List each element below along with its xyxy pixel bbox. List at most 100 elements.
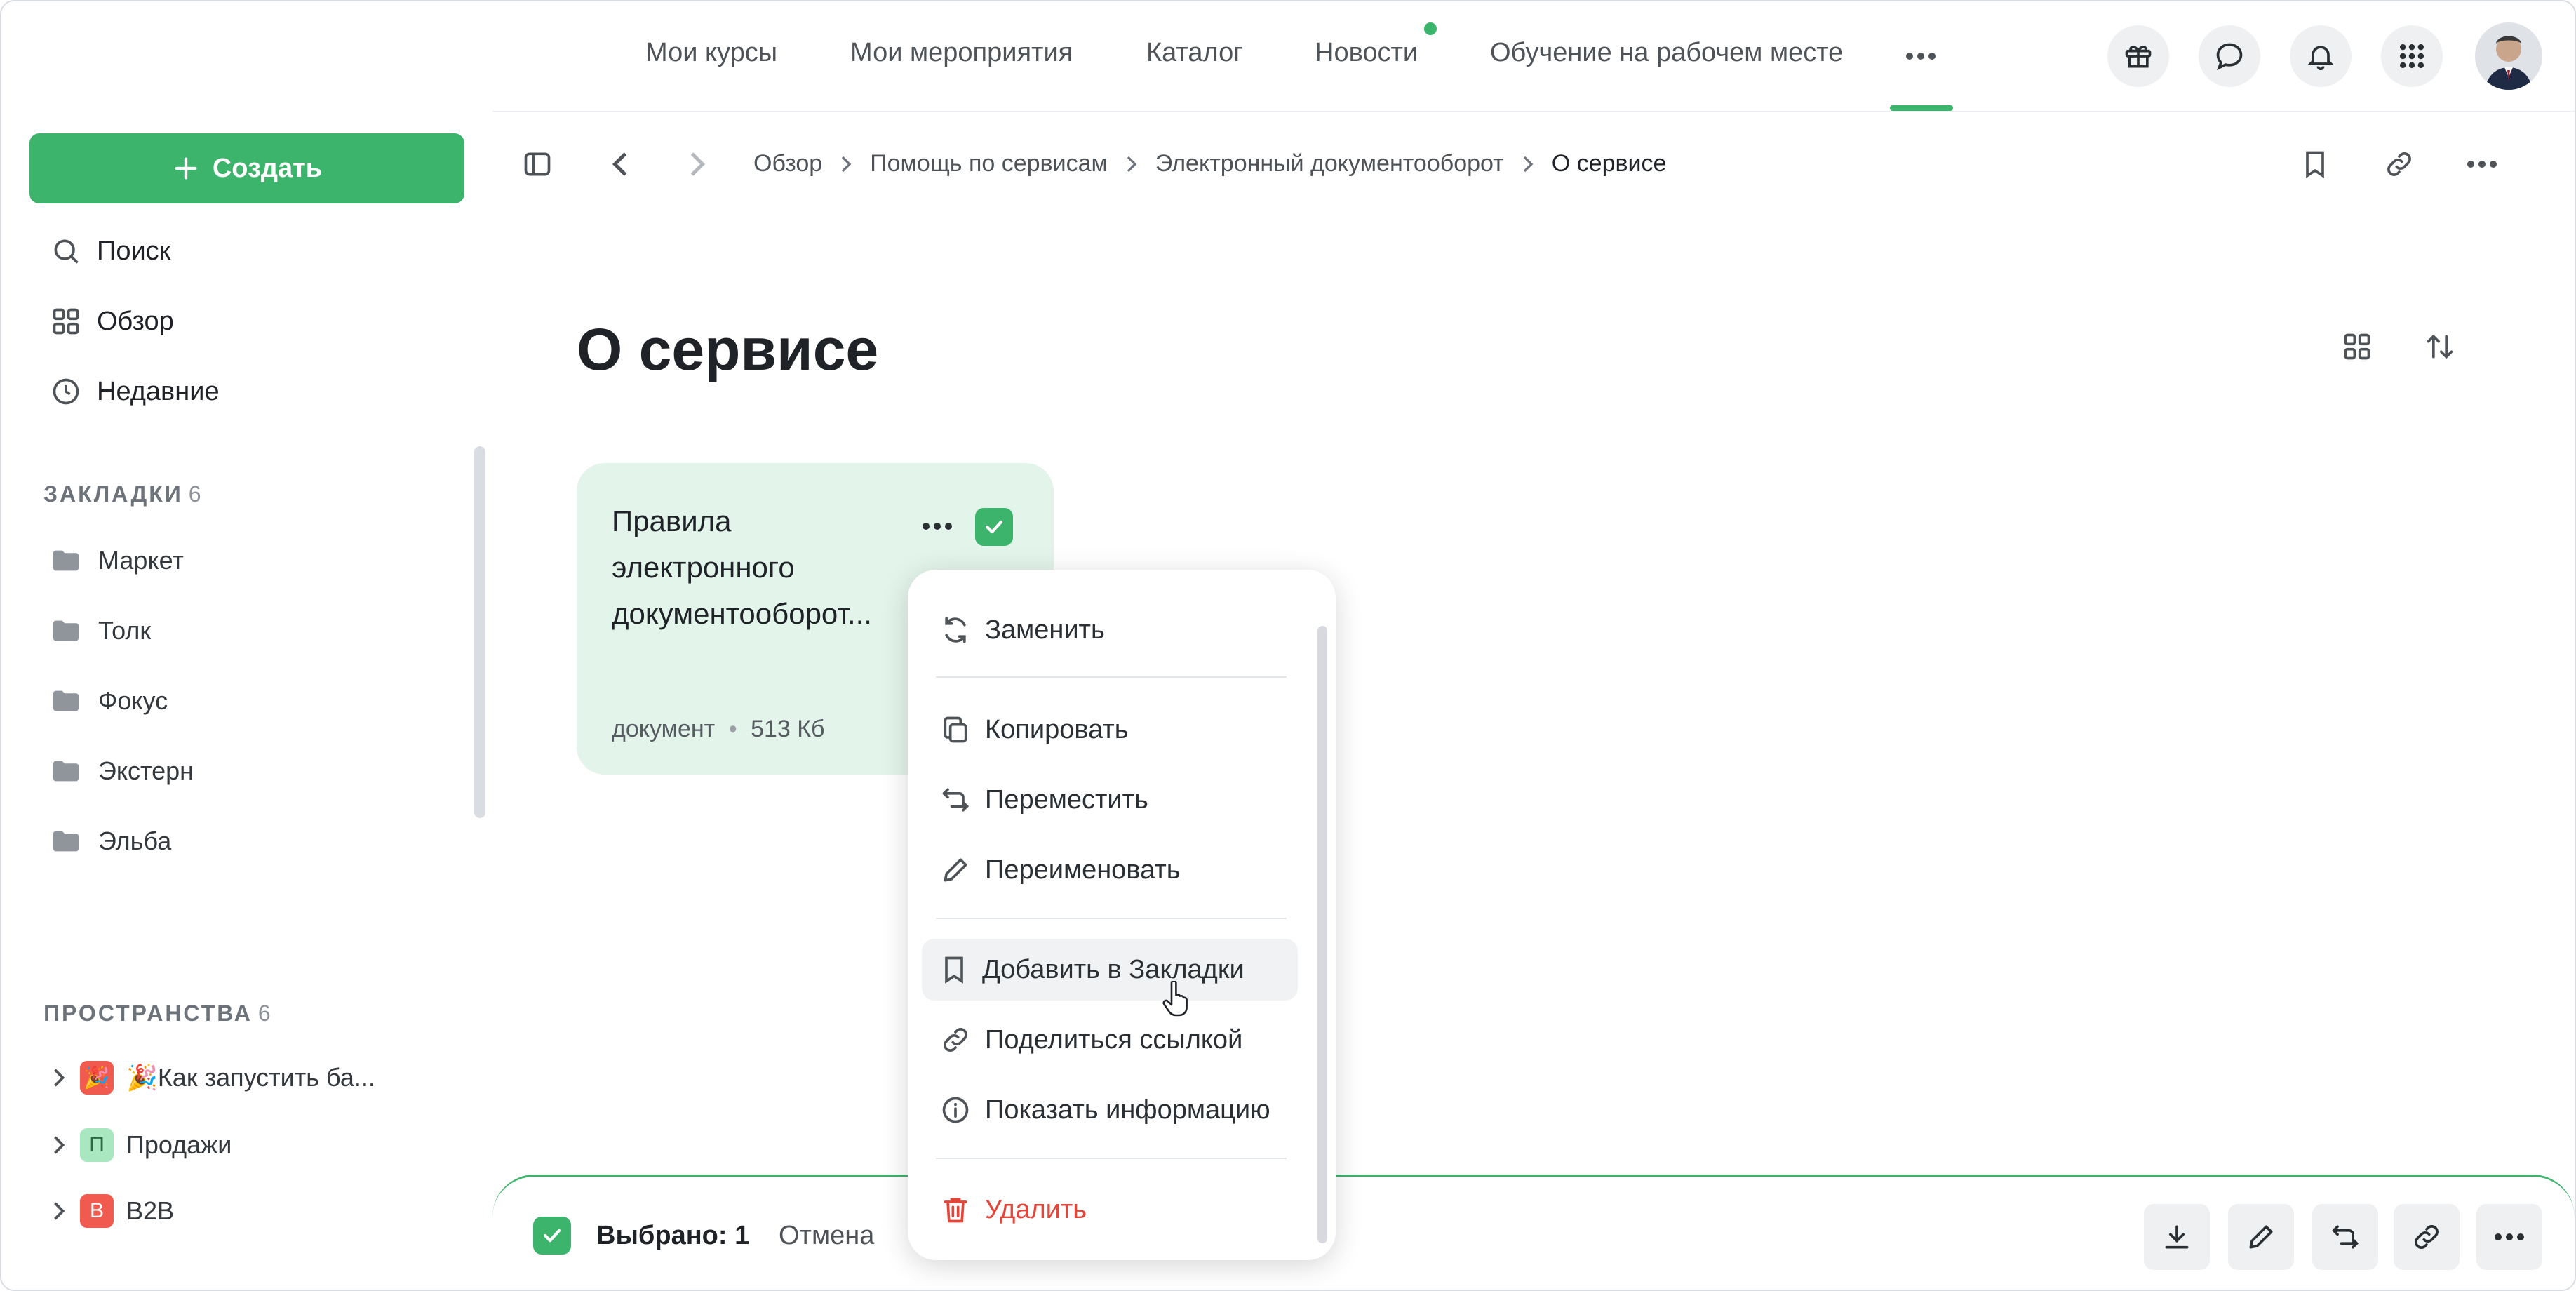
rename-button[interactable] bbox=[2228, 1204, 2294, 1270]
document-title: Правила электронного документооборот... bbox=[612, 504, 872, 630]
copy-icon bbox=[940, 714, 971, 745]
folder-icon bbox=[51, 618, 81, 643]
move-icon bbox=[940, 784, 971, 815]
menu-item-add-bookmark[interactable]: Добавить в Закладки bbox=[922, 939, 1298, 1001]
top-navigation: Мои курсы Мои мероприятия Каталог Новост… bbox=[1, 1, 2575, 112]
active-tab-indicator bbox=[1890, 105, 1953, 111]
bookmark-label: Толк bbox=[98, 616, 152, 645]
bookmark-item-extern[interactable]: Экстерн bbox=[51, 756, 194, 786]
chat-button[interactable] bbox=[2199, 25, 2260, 87]
apps-button[interactable] bbox=[2381, 25, 2443, 87]
space-item-b2b[interactable]: B B2B bbox=[51, 1194, 174, 1228]
chevron-right-icon[interactable] bbox=[51, 1067, 67, 1088]
chevron-right-icon[interactable] bbox=[51, 1135, 67, 1156]
sidebar-toggle-icon[interactable] bbox=[515, 142, 560, 187]
menu-item-share-link[interactable]: Поделиться ссылкой bbox=[922, 1009, 1298, 1071]
grid-view-icon[interactable] bbox=[2335, 324, 2380, 369]
breadcrumb-item[interactable]: Обзор bbox=[753, 150, 822, 178]
nav-workplace-training[interactable]: Обучение на рабочем месте bbox=[1490, 38, 1843, 68]
forward-arrow-icon[interactable] bbox=[675, 142, 720, 187]
bookmark-label: Фокус bbox=[98, 686, 168, 715]
bookmark-item-tolk[interactable]: Толк bbox=[51, 616, 151, 646]
bookmark-icon bbox=[940, 954, 968, 985]
menu-item-copy[interactable]: Копировать bbox=[922, 699, 1298, 761]
menu-item-show-info[interactable]: Показать информацию bbox=[922, 1079, 1298, 1141]
folder-icon bbox=[51, 758, 81, 784]
bookmarks-section-title: ЗАКЛАДКИ 6 bbox=[43, 481, 201, 507]
link-icon[interactable] bbox=[2377, 142, 2422, 187]
context-menu: Заменить Копировать Переместить Переимен… bbox=[908, 570, 1336, 1260]
bookmark-item-elba[interactable]: Эльба bbox=[51, 827, 171, 856]
nav-my-courses[interactable]: Мои курсы bbox=[645, 38, 777, 68]
space-label: 🎉Как запустить ба... bbox=[126, 1063, 375, 1092]
spaces-count: 6 bbox=[257, 1001, 271, 1026]
gift-icon bbox=[2123, 41, 2154, 72]
notifications-button[interactable] bbox=[2290, 25, 2352, 87]
checkmark-icon bbox=[540, 1224, 564, 1247]
space-badge: П bbox=[80, 1128, 114, 1162]
menu-item-replace[interactable]: Заменить bbox=[922, 599, 1298, 661]
card-checkbox[interactable] bbox=[975, 508, 1013, 546]
sort-icon[interactable] bbox=[2417, 324, 2462, 369]
folder-icon bbox=[51, 829, 81, 854]
selection-checkbox[interactable] bbox=[533, 1217, 571, 1255]
plus-icon bbox=[172, 154, 200, 182]
bookmark-item-market[interactable]: Маркет bbox=[51, 546, 184, 575]
menu-item-move[interactable]: Переместить bbox=[922, 769, 1298, 831]
page-title: О сервисе bbox=[577, 316, 879, 382]
user-avatar[interactable] bbox=[2475, 22, 2542, 90]
download-icon bbox=[2161, 1222, 2192, 1252]
bookmark-label: Эльба bbox=[98, 827, 172, 855]
sidebar-item-overview[interactable]: Обзор bbox=[51, 306, 174, 337]
bookmark-item-fokus[interactable]: Фокус bbox=[51, 686, 168, 716]
more-options-icon[interactable] bbox=[2460, 142, 2504, 187]
hand-cursor-icon bbox=[1162, 981, 1190, 1017]
space-item-launch[interactable]: 🎉 🎉Как запустить ба... bbox=[51, 1061, 375, 1095]
chat-icon bbox=[2214, 41, 2245, 72]
document-size: 513 Кб bbox=[751, 716, 825, 742]
pencil-icon bbox=[940, 855, 971, 885]
app-window: Мои курсы Мои мероприятия Каталог Новост… bbox=[0, 0, 2576, 1291]
apps-grid-icon bbox=[2396, 41, 2427, 72]
menu-divider bbox=[936, 1158, 1287, 1159]
nav-news[interactable]: Новости bbox=[1315, 38, 1418, 68]
nav-my-events[interactable]: Мои мероприятия bbox=[850, 38, 1073, 68]
sidebar-item-search[interactable]: Поиск bbox=[51, 236, 170, 267]
pencil-icon bbox=[2246, 1222, 2276, 1252]
meta-separator: • bbox=[728, 716, 737, 742]
bookmark-label: Маркет bbox=[98, 546, 184, 575]
menu-divider bbox=[936, 918, 1287, 919]
download-button[interactable] bbox=[2144, 1204, 2210, 1270]
sidebar-item-recent[interactable]: Недавние bbox=[51, 376, 220, 407]
menu-item-delete[interactable]: Удалить bbox=[922, 1179, 1298, 1240]
create-label: Создать bbox=[212, 153, 323, 183]
bookmarks-count: 6 bbox=[188, 481, 201, 507]
menu-item-rename[interactable]: Переименовать bbox=[922, 839, 1298, 901]
move-button[interactable] bbox=[2312, 1204, 2378, 1270]
spaces-title-text: ПРОСТРАНСТВА bbox=[43, 1001, 253, 1026]
back-arrow-icon[interactable] bbox=[598, 142, 643, 187]
card-more-icon[interactable] bbox=[916, 512, 958, 540]
breadcrumb-item[interactable]: Помощь по сервисам bbox=[870, 150, 1108, 178]
space-item-sales[interactable]: П Продажи bbox=[51, 1128, 232, 1162]
space-badge: 🎉 bbox=[80, 1061, 114, 1095]
menu-item-label: Заменить bbox=[985, 615, 1105, 645]
chevron-right-icon bbox=[1521, 154, 1535, 175]
bookmark-icon[interactable] bbox=[2293, 142, 2337, 187]
space-label: B2B bbox=[126, 1196, 175, 1225]
info-icon bbox=[940, 1095, 971, 1125]
more-actions-button[interactable] bbox=[2476, 1204, 2542, 1270]
selected-count: Выбрано: 1 bbox=[596, 1221, 750, 1250]
chevron-right-icon[interactable] bbox=[51, 1200, 67, 1222]
breadcrumb: Обзор Помощь по сервисам Электронный док… bbox=[753, 150, 1666, 178]
sidebar-scrollbar[interactable] bbox=[474, 446, 485, 818]
cancel-button[interactable]: Отмена bbox=[779, 1221, 874, 1251]
nav-catalog[interactable]: Каталог bbox=[1146, 38, 1243, 68]
gift-button[interactable] bbox=[2107, 25, 2169, 87]
menu-scrollbar[interactable] bbox=[1317, 626, 1327, 1243]
breadcrumb-item[interactable]: Электронный документооборот bbox=[1155, 150, 1504, 178]
spaces-section-title: ПРОСТРАНСТВА 6 bbox=[43, 1001, 271, 1026]
create-button[interactable]: Создать bbox=[29, 133, 464, 203]
share-link-button[interactable] bbox=[2394, 1204, 2460, 1270]
ellipsis-icon[interactable] bbox=[1898, 34, 1943, 79]
